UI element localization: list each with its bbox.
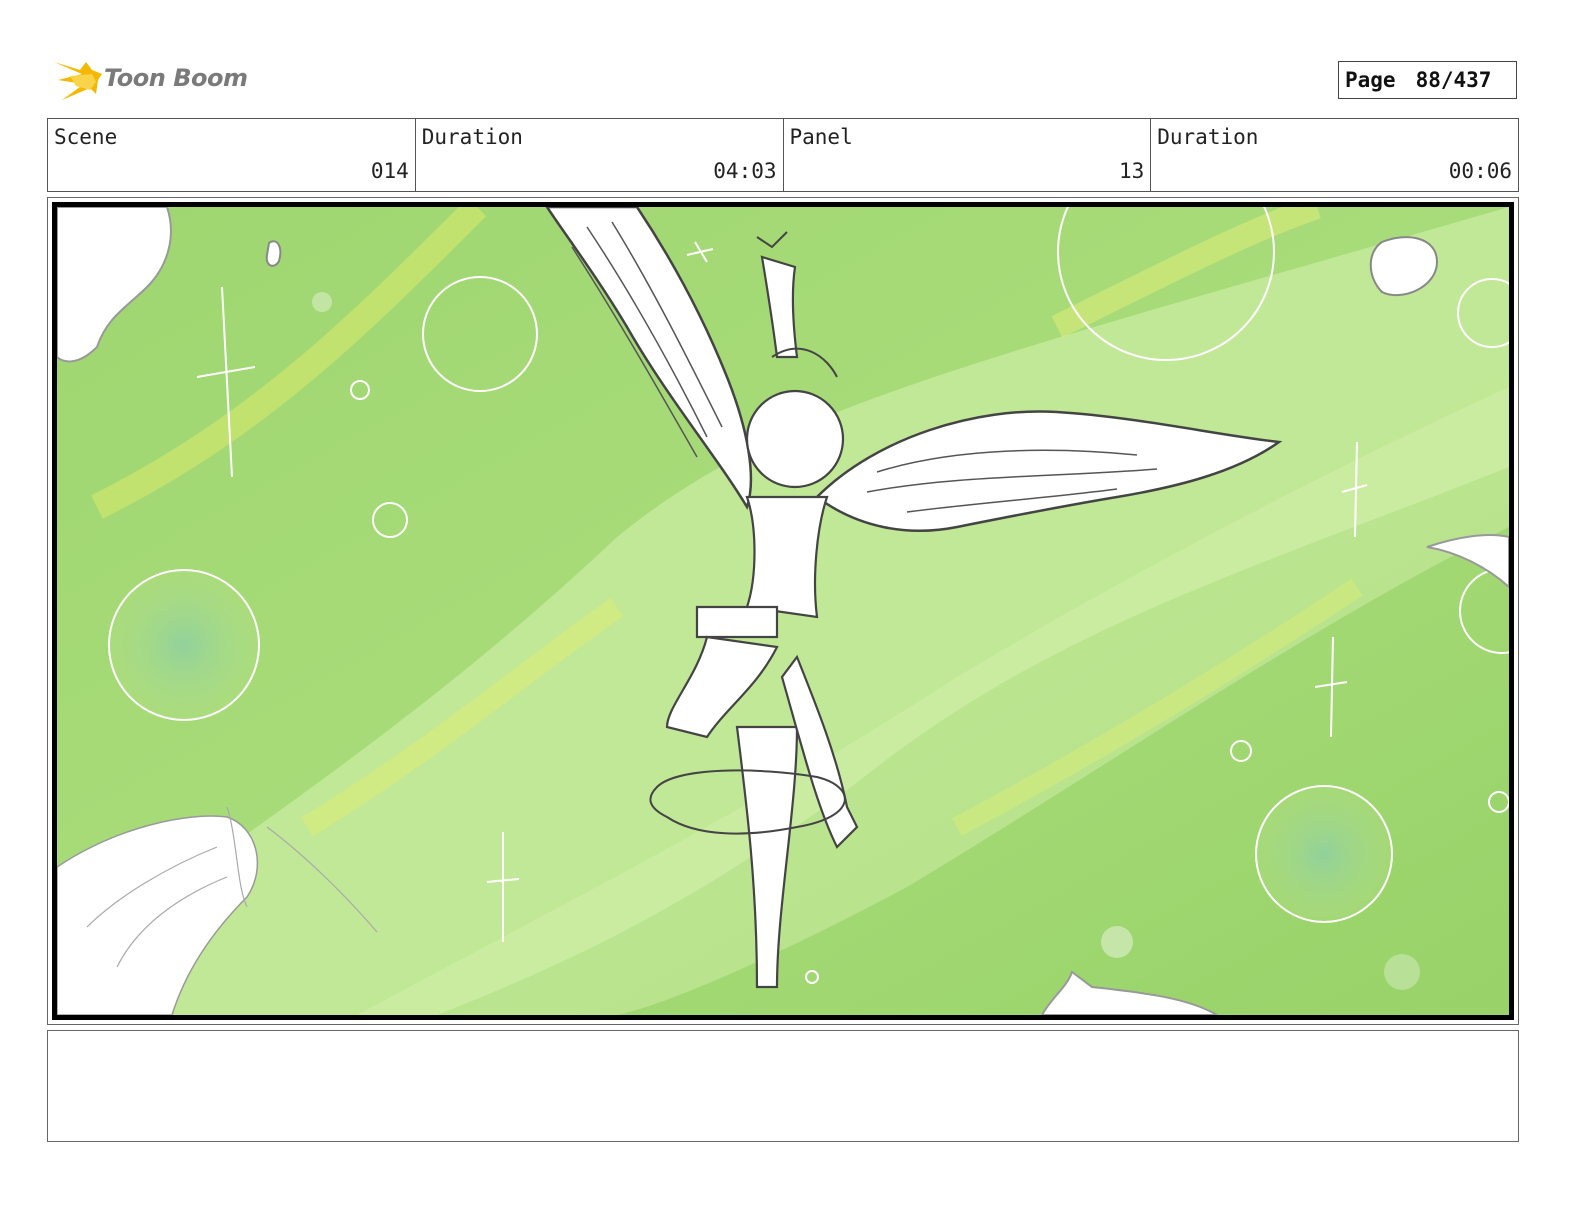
scene-duration-cell: Duration 04:03 [416, 119, 784, 191]
scene-duration-value: 04:03 [713, 159, 777, 183]
page-indicator: Page 88/437 [1338, 61, 1517, 99]
page-label: Page [1345, 68, 1396, 92]
toon-boom-star-icon [54, 62, 102, 100]
panel-notes-box [47, 1030, 1519, 1142]
panel-info-row: Scene 014 Duration 04:03 Panel 13 Durati… [47, 118, 1519, 192]
scene-value: 014 [370, 159, 409, 183]
storyboard-panel-image [52, 202, 1514, 1020]
scene-duration-label: Duration [421, 125, 523, 149]
panel-cell: Panel 13 [784, 119, 1152, 191]
page-number: 88/437 [1415, 68, 1492, 92]
panel-value: 13 [1118, 159, 1145, 183]
scene-cell: Scene 014 [48, 119, 416, 191]
winged-character-sketch [57, 207, 1509, 1015]
brand-name: Toon Boom [104, 64, 248, 92]
panel-duration-label: Duration [1157, 125, 1259, 149]
panel-duration-value: 00:06 [1448, 159, 1512, 183]
toon-boom-logo: Toon Boom [52, 56, 252, 106]
panel-duration-cell: Duration 00:06 [1151, 119, 1518, 191]
panel-label: Panel [789, 125, 853, 149]
scene-label: Scene [54, 125, 118, 149]
